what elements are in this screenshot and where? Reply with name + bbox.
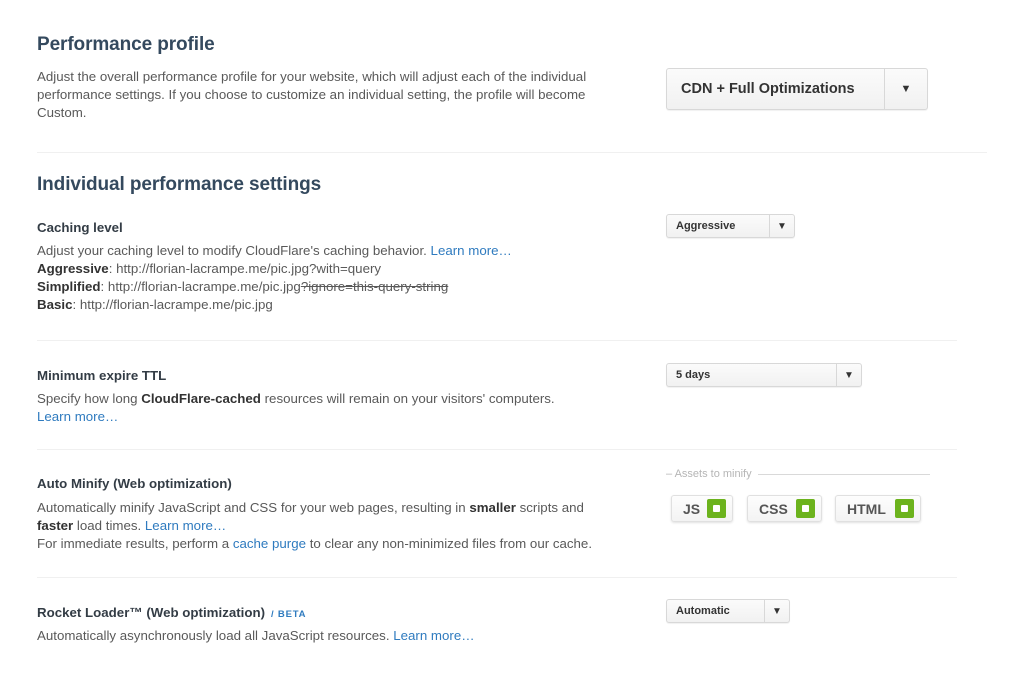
desc-line: Adjust the overall performance profile f… — [37, 69, 587, 84]
auto-minify-title: Auto Minify (Web optimization) — [37, 476, 232, 491]
rocket-desc-text: Automatically asynchronously load all Ja… — [37, 628, 394, 643]
checkbox-checked-icon[interactable] — [895, 499, 914, 518]
minify-learn-more-link[interactable]: Learn more… — [145, 518, 226, 533]
rocket-loader-title: Rocket Loader™ (Web optimization) / BETA — [37, 605, 306, 620]
caching-desc-text: Adjust your caching level to modify Clou… — [37, 243, 427, 258]
minify-desc-bold: faster — [37, 518, 74, 533]
checkbox-checked-icon[interactable] — [796, 499, 815, 518]
desc-line: performance settings. If you choose to c… — [37, 87, 586, 102]
performance-profile-value: CDN + Full Optimizations — [681, 81, 855, 97]
rocket-loader-description: Automatically asynchronously load all Ja… — [37, 627, 637, 645]
assets-to-minify-legend: – Assets to minify — [666, 468, 930, 480]
purge-desc-text: For immediate results, perform a — [37, 536, 233, 551]
caching-level-description: Adjust your caching level to modify Clou… — [37, 242, 637, 314]
row-divider — [37, 340, 957, 341]
caching-level-title: Caching level — [37, 220, 123, 235]
performance-profile-select[interactable]: CDN + Full Optimizations ▼ — [666, 68, 928, 110]
rocket-loader-select[interactable]: Automatic ▼ — [666, 599, 790, 623]
row-divider — [37, 449, 957, 450]
simplified-label: Simplified — [37, 279, 101, 294]
ttl-desc-text: Specify how long — [37, 391, 142, 406]
ttl-description: Specify how long CloudFlare-cached resou… — [37, 390, 637, 426]
minify-desc-text: scripts and — [515, 500, 584, 515]
section-divider — [37, 152, 987, 153]
minify-desc-text: Automatically minify JavaScript and CSS … — [37, 500, 470, 515]
ttl-desc-text: resources will remain on your visitors' … — [260, 391, 555, 406]
chevron-down-icon: ▼ — [884, 69, 927, 109]
minify-desc-bold: smaller — [469, 500, 516, 515]
ttl-title: Minimum expire TTL — [37, 368, 167, 383]
simplified-example: : http://florian-lacrampe.me/pic.jpg — [100, 279, 301, 294]
aggressive-example: : http://florian-lacrampe.me/pic.jpg?wit… — [108, 261, 382, 276]
purge-desc-text: to clear any non-minimized files from ou… — [306, 536, 593, 551]
auto-minify-description: Automatically minify JavaScript and CSS … — [37, 499, 647, 553]
aggressive-label: Aggressive — [37, 261, 109, 276]
caching-level-select[interactable]: Aggressive ▼ — [666, 214, 795, 238]
row-divider — [37, 577, 957, 578]
basic-label: Basic — [37, 297, 73, 312]
toggle-label: CSS — [759, 500, 788, 517]
chevron-down-icon: ▼ — [769, 215, 794, 237]
beta-badge: / BETA — [271, 609, 307, 620]
basic-example: : http://florian-lacrampe.me/pic.jpg — [72, 297, 273, 312]
rocket-learn-more-link[interactable]: Learn more… — [393, 628, 474, 643]
cache-purge-link[interactable]: cache purge — [233, 536, 306, 551]
performance-profile-heading: Performance profile — [37, 34, 215, 55]
minify-js-toggle[interactable]: JS — [671, 495, 733, 522]
rocket-loader-value: Automatic — [676, 605, 730, 617]
checkbox-checked-icon[interactable] — [707, 499, 726, 518]
caching-learn-more-link[interactable]: Learn more… — [431, 243, 512, 258]
caching-level-value: Aggressive — [676, 220, 736, 232]
toggle-label: JS — [683, 500, 701, 517]
minify-html-toggle[interactable]: HTML — [835, 495, 921, 522]
desc-line: Custom. — [37, 105, 87, 120]
ttl-value: 5 days — [676, 369, 711, 381]
performance-profile-description: Adjust the overall performance profile f… — [37, 68, 637, 122]
legend-line — [757, 473, 930, 475]
legend-label: – Assets to minify — [666, 468, 752, 480]
chevron-down-icon: ▼ — [764, 600, 789, 622]
toggle-label: HTML — [847, 500, 886, 517]
minify-css-toggle[interactable]: CSS — [747, 495, 822, 522]
simplified-ignored-query: ?ignore=this-query-string — [300, 279, 449, 294]
rocket-loader-title-text: Rocket Loader™ (Web optimization) — [37, 605, 266, 620]
individual-settings-heading: Individual performance settings — [37, 174, 322, 195]
minify-desc-text: load times. — [73, 518, 145, 533]
ttl-desc-bold: CloudFlare-cached — [141, 391, 261, 406]
ttl-learn-more-link[interactable]: Learn more… — [37, 409, 118, 424]
ttl-select[interactable]: 5 days ▼ — [666, 363, 862, 387]
chevron-down-icon: ▼ — [836, 364, 861, 386]
